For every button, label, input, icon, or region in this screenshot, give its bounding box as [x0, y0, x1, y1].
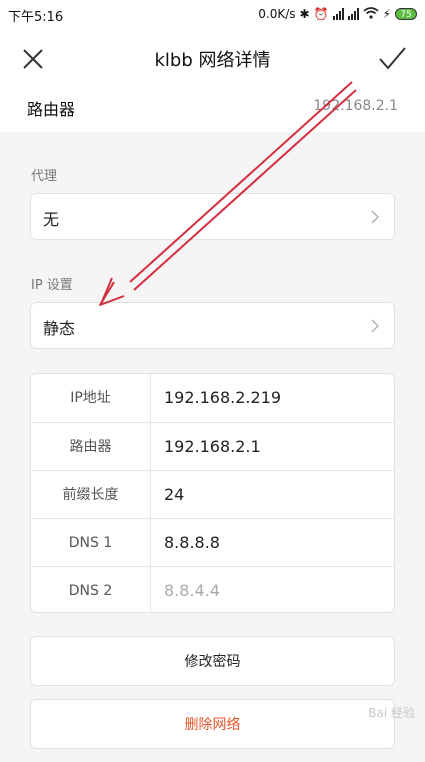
- gateway-row[interactable]: 路由器 192.168.2.1: [31, 422, 394, 471]
- dns2-row[interactable]: DNS 2 8.8.4.4: [31, 566, 394, 612]
- status-icons: 0.0K/s ✱ ⏰ ⚡ 75: [258, 5, 417, 23]
- row-label: DNS 2: [31, 567, 151, 612]
- change-password-button[interactable]: 修改密码: [30, 636, 395, 686]
- ip-settings-value: 静态: [43, 319, 76, 338]
- signal-icon-2: [347, 8, 359, 20]
- dns1-row[interactable]: DNS 1 8.8.8.8: [31, 518, 394, 567]
- status-time: 下午5:16: [8, 10, 64, 25]
- gateway-input[interactable]: 192.168.2.1: [164, 423, 261, 471]
- row-label: 前缀长度: [31, 471, 151, 519]
- page-title: klbb 网络详情: [154, 50, 271, 71]
- proxy-label: 代理: [31, 169, 58, 184]
- close-button[interactable]: [18, 44, 48, 74]
- bluetooth-icon: ✱: [299, 7, 310, 21]
- proxy-value: 无: [43, 210, 60, 229]
- network-details-table: IP地址 192.168.2.219 路由器 192.168.2.1 前缀长度 …: [30, 373, 395, 613]
- router-value: 192.168.2.1: [313, 98, 398, 114]
- confirm-button[interactable]: [377, 44, 407, 74]
- prefix-length-row[interactable]: 前缀长度 24: [31, 470, 394, 519]
- signal-icon: [332, 8, 344, 20]
- dns1-input[interactable]: 8.8.8.8: [164, 519, 220, 567]
- ip-address-row[interactable]: IP地址 192.168.2.219: [31, 374, 394, 422]
- proxy-select[interactable]: 无: [30, 193, 395, 240]
- charging-icon: ⚡: [382, 7, 391, 21]
- ip-settings-select[interactable]: 静态: [30, 302, 395, 349]
- chevron-right-icon: [371, 319, 379, 333]
- router-label: 路由器: [27, 100, 76, 119]
- network-speed: 0.0K/s: [258, 7, 296, 21]
- delete-network-button[interactable]: 删除网络: [30, 699, 395, 749]
- chevron-right-icon: [371, 210, 379, 224]
- ip-settings-label: IP 设置: [31, 278, 73, 293]
- close-icon: [23, 49, 43, 69]
- row-label: DNS 1: [31, 519, 151, 567]
- prefix-length-input[interactable]: 24: [164, 471, 184, 519]
- row-label: 路由器: [31, 423, 151, 471]
- watermark: Bai 经验: [368, 706, 415, 720]
- alarm-icon: ⏰: [313, 7, 329, 21]
- wifi-icon: [363, 6, 379, 22]
- checkmark-icon: [379, 47, 406, 70]
- battery-icon: 75: [395, 8, 417, 20]
- row-label: IP地址: [31, 374, 151, 422]
- dns2-input[interactable]: 8.8.4.4: [164, 567, 220, 612]
- ip-address-input[interactable]: 192.168.2.219: [164, 374, 281, 422]
